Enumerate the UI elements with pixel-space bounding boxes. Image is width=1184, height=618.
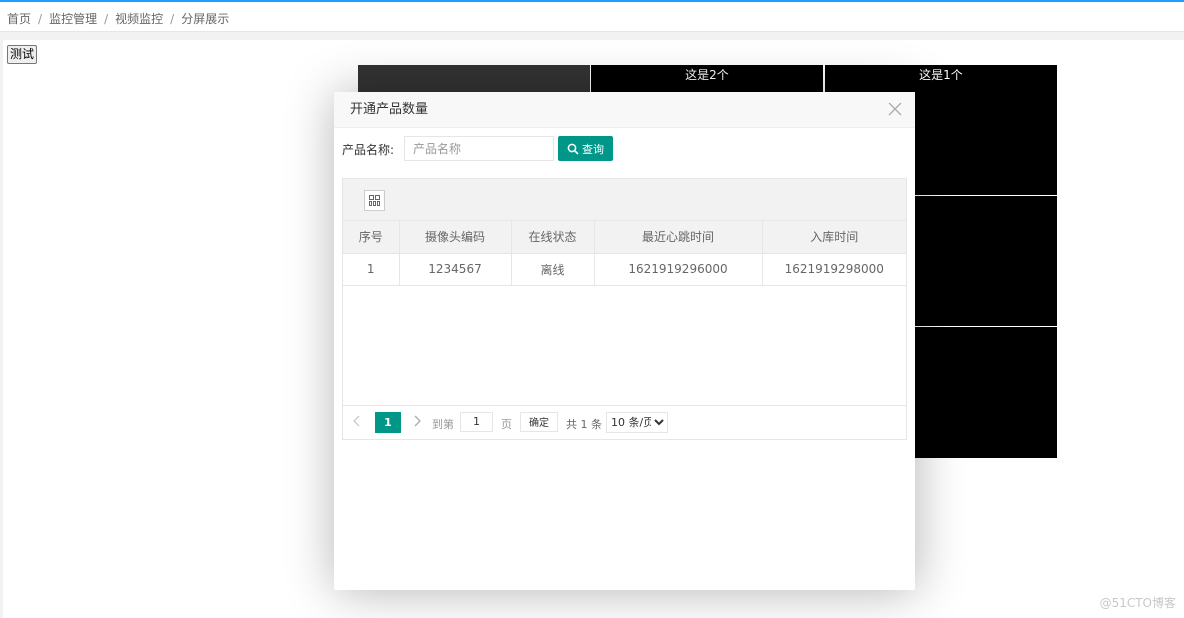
page-label: 页 [501, 417, 512, 431]
product-count-dialog: 开通产品数量 产品名称: 查询 序号 摄像头编码 在线状态 最近心跳时间 [334, 92, 915, 590]
goto-label: 到第 [432, 417, 454, 431]
breadcrumb-video-monitor[interactable]: 视频监控 [115, 12, 163, 26]
dialog-title: 开通产品数量 [334, 92, 915, 128]
page-size-select[interactable]: 10 条/页 [606, 411, 668, 433]
camera-table: 序号 摄像头编码 在线状态 最近心跳时间 入库时间 1 1234567 离线 1… [343, 221, 906, 286]
table-body-filler [343, 286, 906, 406]
columns-filter-icon[interactable] [364, 190, 385, 211]
header-last-heartbeat[interactable]: 最近心跳时间 [594, 221, 763, 254]
breadcrumb-home[interactable]: 首页 [7, 12, 31, 26]
table-toolbar [343, 179, 906, 221]
product-name-label: 产品名称: [342, 143, 395, 157]
current-page[interactable]: 1 [375, 411, 401, 433]
watermark: @51CTO博客 [1099, 596, 1176, 610]
next-page-icon[interactable] [413, 415, 421, 430]
table-header-row: 序号 摄像头编码 在线状态 最近心跳时间 入库时间 [343, 221, 906, 254]
cell-last-heartbeat: 1621919296000 [594, 253, 763, 286]
breadcrumb: 首页 / 监控管理 / 视频监控 / 分屏展示 [0, 2, 1184, 32]
search-button[interactable]: 查询 [558, 136, 613, 161]
goto-confirm-button[interactable]: 确定 [520, 411, 558, 432]
search-button-label: 查询 [582, 142, 604, 156]
product-name-input[interactable] [404, 136, 554, 161]
cell-storage-time: 1621919298000 [762, 253, 906, 286]
cell-online-status: 离线 [511, 253, 595, 286]
total-count: 共 1 条 [566, 417, 602, 431]
close-icon[interactable] [887, 102, 903, 118]
cell-index: 1 [343, 253, 400, 286]
search-icon [567, 143, 579, 155]
table-row[interactable]: 1 1234567 离线 1621919296000 1621919298000 [343, 253, 906, 286]
pagination: 1 到第 页 确定 共 1 条 10 条/页 [343, 406, 906, 439]
breadcrumb-split-screen: 分屏展示 [181, 12, 230, 26]
prev-page-icon[interactable] [353, 415, 361, 430]
breadcrumb-monitor-management[interactable]: 监控管理 [49, 12, 97, 26]
cell-camera-code: 1234567 [399, 253, 512, 286]
test-button[interactable]: 测试 [7, 45, 38, 64]
goto-page-input[interactable] [460, 411, 493, 432]
header-index[interactable]: 序号 [343, 221, 400, 254]
data-table: 序号 摄像头编码 在线状态 最近心跳时间 入库时间 1 1234567 离线 1… [342, 178, 907, 440]
header-online-status[interactable]: 在线状态 [511, 221, 595, 254]
header-storage-time[interactable]: 入库时间 [762, 221, 906, 254]
header-camera-code[interactable]: 摄像头编码 [399, 221, 512, 254]
